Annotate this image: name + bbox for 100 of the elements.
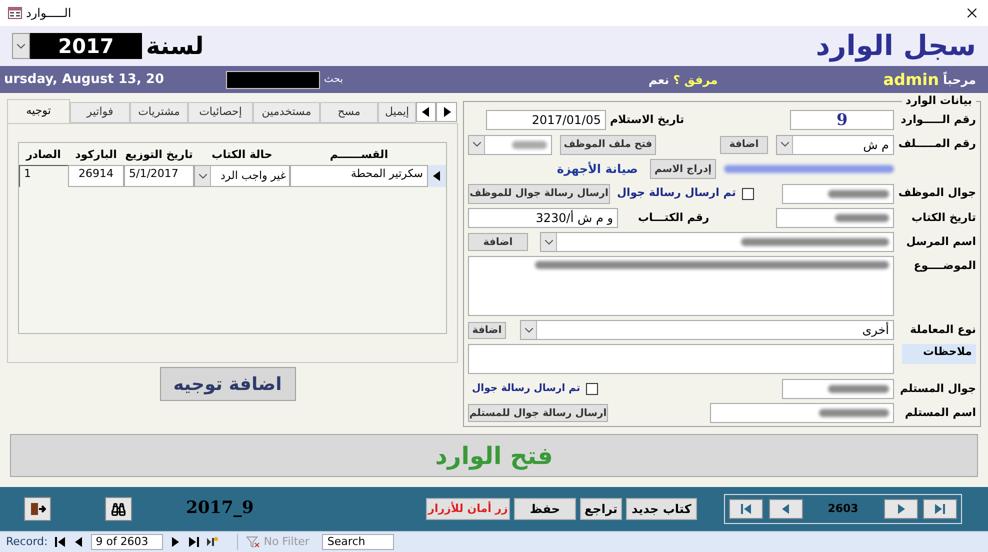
blurred-text [819, 409, 889, 418]
last-record-button[interactable] [923, 499, 957, 519]
dropdown-button[interactable] [541, 233, 557, 252]
checkbox[interactable] [586, 382, 598, 395]
tab[interactable]: توجيه [7, 99, 70, 123]
field-label: الموضــــوع [914, 258, 976, 274]
find-button[interactable] [105, 497, 132, 521]
tab-scroll-left-button[interactable] [416, 102, 436, 122]
caret-icon [17, 44, 25, 48]
year-dropdown[interactable] [12, 33, 30, 59]
field-label: رقم المـــــلف [898, 136, 976, 152]
send-employee-sms-button[interactable]: ارسال رسالة جوال للموظف [468, 184, 610, 204]
field-label: تاريخ الاستلام [610, 112, 684, 128]
dropdown-button[interactable] [469, 136, 485, 154]
table-cell[interactable]: سكرتير المحطة [290, 165, 428, 187]
search-field[interactable] [226, 70, 320, 88]
add-button[interactable]: اضافة [468, 233, 528, 252]
welcome-text: مرحباً [943, 70, 976, 88]
record-label: Record: [6, 534, 48, 550]
caret-icon [544, 240, 552, 245]
record-selector[interactable] [428, 165, 446, 187]
filter-icon [246, 536, 260, 548]
add-button[interactable]: اضافة [720, 136, 768, 154]
search-field[interactable]: Search [322, 534, 394, 550]
next-record-button[interactable] [884, 499, 918, 519]
table-cell[interactable]: 5/1/2017 [124, 165, 194, 187]
search-label: بحث [324, 73, 344, 87]
date-text: ursday, August 13, 20 [4, 70, 166, 89]
checkbox[interactable] [742, 188, 754, 200]
exit-button[interactable] [24, 497, 51, 521]
tab[interactable]: فواتير [70, 102, 130, 123]
combo-box[interactable]: غير واجب الرد [194, 165, 290, 187]
dropdown-button[interactable] [777, 136, 793, 154]
panel-title: بيانات الوارد [904, 93, 973, 109]
record-position-field[interactable]: 9 of 2603 [90, 534, 163, 550]
field-label: رقم الكتـــاب [638, 210, 710, 226]
combo-box[interactable]: أخرى [520, 320, 894, 340]
combo-box[interactable] [468, 134, 552, 155]
input-field[interactable] [468, 344, 894, 374]
save-button[interactable]: حفظ [514, 498, 576, 520]
binoculars-icon [111, 502, 126, 516]
record-code: 2017_9 [186, 497, 254, 520]
last-icon [933, 502, 947, 516]
column-header: الصادر [24, 146, 62, 163]
input-field[interactable] [782, 184, 894, 204]
add-button[interactable]: اضافة [468, 322, 506, 339]
user-name: admin [883, 68, 940, 90]
table-cell[interactable]: 1 [19, 165, 68, 187]
first-icon [739, 502, 753, 516]
blurred-text [828, 190, 889, 198]
combo-box[interactable]: م ش [776, 134, 894, 155]
tab[interactable]: مشتريات [130, 102, 188, 123]
insert-name-button[interactable]: إدراج الاسم [650, 159, 716, 180]
blurred-text [512, 140, 547, 149]
first-icon [52, 535, 67, 549]
undo-button[interactable]: تراجع [580, 498, 622, 520]
input-field[interactable] [776, 208, 894, 228]
add-routing-button[interactable]: اضافة توجيه [160, 367, 296, 401]
field-label: تاريخ الكتاب [912, 210, 976, 226]
exit-door-icon [30, 502, 46, 516]
field-label: ملاحظات [902, 344, 976, 364]
blurred-text [835, 214, 889, 222]
field-label: نوع المعاملة [910, 322, 976, 338]
tab[interactable]: إحصائيات [188, 102, 253, 123]
input-field[interactable]: 9 [790, 110, 894, 130]
dropdown-button[interactable] [195, 166, 211, 186]
send-recipient-sms-button[interactable]: ارسال رسالة جوال للمستلم [468, 404, 608, 422]
form-title: سجل الوارد [816, 28, 976, 64]
input-field[interactable]: 2017/01/05 [486, 110, 606, 130]
new-record-icon[interactable] [206, 536, 218, 548]
input-field[interactable] [710, 403, 894, 424]
caret-icon [780, 142, 788, 148]
new-letter-button[interactable]: كتاب جديد [626, 498, 697, 520]
safety-button[interactable]: زر أمان للأزرار [426, 498, 510, 520]
window-title: الـــــوارد [26, 5, 72, 22]
combo-box[interactable] [540, 232, 894, 252]
column-header: حالة الكتاب [210, 146, 274, 162]
open-employee-file-button[interactable]: فتح ملف الموظف [560, 134, 656, 155]
checkbox-label: تم ارسال رسالة جوال [616, 185, 736, 202]
tab-scroll-right-button[interactable] [436, 102, 457, 122]
tab[interactable]: إيميل [378, 102, 416, 123]
field-label: جوال الموظف [898, 185, 976, 202]
caret-icon [524, 328, 532, 333]
first-record-button[interactable] [729, 499, 763, 519]
tab[interactable]: مسح [320, 102, 378, 123]
department-text: صيانة الأجهزة [556, 160, 638, 178]
attachment-label: مرفق ؟ [673, 72, 718, 88]
year-field[interactable]: 2017 [30, 33, 142, 59]
form-icon [8, 7, 22, 19]
last-icon [186, 535, 201, 549]
input-field[interactable] [468, 256, 894, 316]
table-cell[interactable]: 26914 [68, 165, 124, 187]
tab[interactable]: مستخدمين [253, 102, 320, 123]
input-field[interactable]: و م ش أ/3230 [468, 208, 618, 228]
field-label: اسم المرسل [906, 234, 976, 250]
filter-status: No Filter [264, 534, 310, 550]
previous-record-button[interactable] [768, 499, 802, 519]
field-label: رقم الـــــوارد [900, 112, 976, 128]
dropdown-button[interactable] [521, 321, 537, 340]
input-field[interactable] [782, 378, 894, 399]
